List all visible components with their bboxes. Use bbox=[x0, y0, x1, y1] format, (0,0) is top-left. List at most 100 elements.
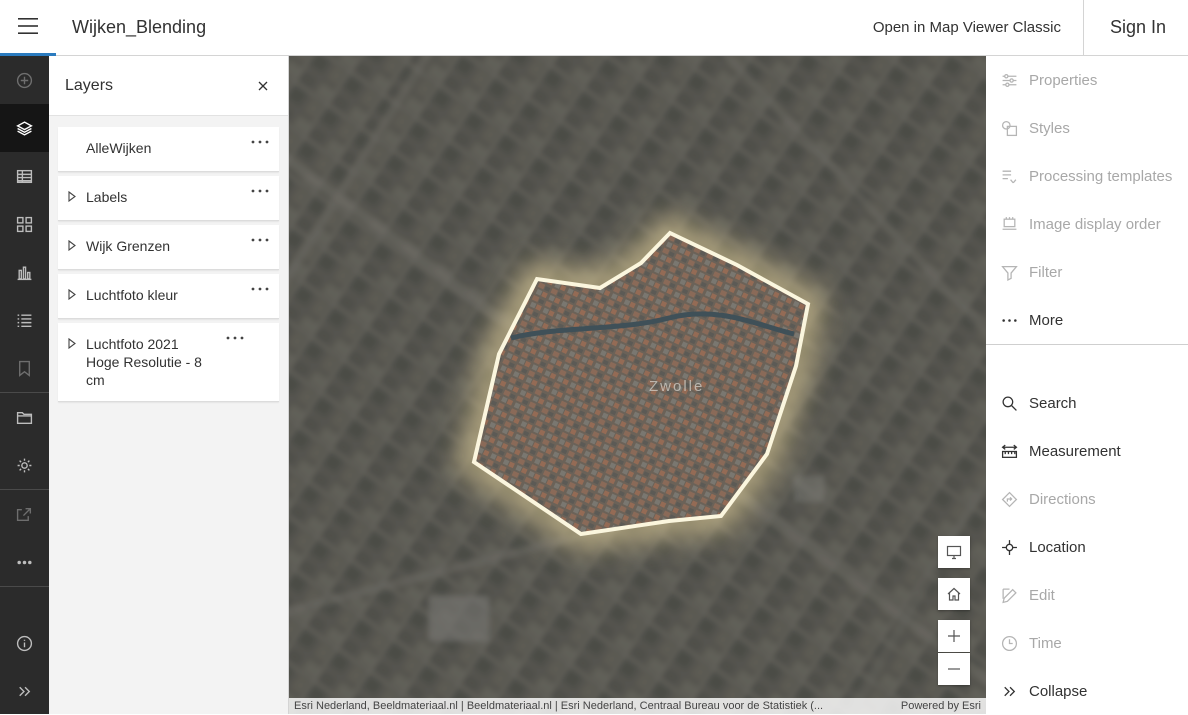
more-label: More bbox=[1029, 311, 1064, 329]
chevrons-right-icon bbox=[1004, 686, 1016, 696]
display-order-icon bbox=[1002, 216, 1017, 230]
open-button[interactable] bbox=[0, 393, 49, 441]
map-attribution: Esri Nederland, Beeldmateriaal.nl | Beel… bbox=[289, 698, 986, 714]
expand-button[interactable] bbox=[0, 667, 49, 715]
open-in-classic-link[interactable]: Open in Map Viewer Classic bbox=[873, 19, 1061, 36]
zoom-out-icon bbox=[948, 668, 960, 670]
about-button[interactable] bbox=[0, 619, 49, 667]
collapse-button[interactable]: Collapse bbox=[986, 667, 1188, 715]
time-button[interactable]: Time bbox=[986, 619, 1188, 667]
basemap-button[interactable] bbox=[0, 200, 49, 248]
collapse-label: Collapse bbox=[1029, 682, 1088, 700]
more-button[interactable] bbox=[0, 538, 49, 586]
home-icon bbox=[947, 587, 961, 601]
caret-right-icon bbox=[68, 338, 76, 349]
app-header: Wijken_Blending Open in Map Viewer Class… bbox=[0, 0, 1188, 56]
map-place-label: Zwolle bbox=[649, 378, 704, 395]
layer-name: Luchtfoto 2021 Hoge Resolutie - 8 cm bbox=[86, 336, 202, 388]
styles-icon bbox=[1001, 120, 1018, 136]
sign-in-button[interactable]: Sign In bbox=[1082, 0, 1188, 56]
ellipsis-icon bbox=[251, 140, 269, 144]
edit-button[interactable]: Edit bbox=[986, 571, 1188, 619]
processing-icon bbox=[1002, 170, 1017, 183]
close-panel-button[interactable] bbox=[238, 56, 288, 116]
zoom-in-button[interactable] bbox=[938, 620, 970, 652]
hamburger-icon bbox=[18, 18, 38, 34]
action-bar bbox=[0, 56, 49, 714]
edit-label: Edit bbox=[1029, 586, 1055, 604]
layer-options-button[interactable] bbox=[241, 188, 279, 193]
layer-options-button[interactable] bbox=[241, 286, 279, 291]
folder-icon bbox=[16, 411, 33, 424]
image-display-order-button[interactable]: Image display order bbox=[986, 200, 1188, 248]
styles-button[interactable]: Styles bbox=[986, 104, 1188, 152]
layer-item[interactable]: Wijk Grenzen bbox=[58, 225, 279, 270]
bookmarks-button[interactable] bbox=[0, 344, 49, 392]
settings-button[interactable] bbox=[0, 441, 49, 489]
app-title: Wijken_Blending bbox=[72, 17, 207, 37]
measurement-label: Measurement bbox=[1029, 442, 1121, 460]
expand-layer-toggle[interactable] bbox=[58, 286, 86, 300]
clock-icon bbox=[1001, 635, 1018, 651]
monitor-icon bbox=[946, 545, 962, 560]
sliders-icon bbox=[1002, 73, 1017, 87]
layers-icon bbox=[16, 120, 33, 136]
ellipsis-icon bbox=[251, 238, 269, 242]
ellipsis-icon bbox=[251, 287, 269, 291]
layer-options-button[interactable] bbox=[216, 335, 254, 340]
menu-button[interactable] bbox=[0, 0, 56, 56]
expand-layer-toggle[interactable] bbox=[58, 335, 86, 349]
legend-button[interactable] bbox=[0, 296, 49, 344]
directions-icon bbox=[1001, 491, 1018, 507]
share-button[interactable] bbox=[0, 490, 49, 538]
layer-name: AlleWijken bbox=[86, 140, 152, 156]
edit-icon bbox=[1002, 587, 1017, 603]
more-options-button[interactable]: More bbox=[986, 296, 1188, 344]
ellipsis-icon bbox=[251, 189, 269, 193]
properties-button[interactable]: Properties bbox=[986, 56, 1188, 104]
charts-button[interactable] bbox=[0, 248, 49, 296]
chart-icon bbox=[17, 265, 32, 280]
layer-item[interactable]: Luchtfoto 2021 Hoge Resolutie - 8 cm bbox=[58, 323, 279, 402]
caret-right-icon bbox=[68, 240, 76, 251]
legend-list-icon bbox=[17, 313, 32, 327]
styles-label: Styles bbox=[1029, 119, 1070, 137]
expand-layer-toggle[interactable] bbox=[58, 188, 86, 202]
layer-item[interactable]: AlleWijken bbox=[58, 127, 279, 172]
layers-panel: Layers AlleWijken Labels Wijk Grenzen Lu… bbox=[49, 56, 289, 714]
map-view[interactable]: Zwolle Esri Nederland, Beeldmateriaal.nl… bbox=[289, 56, 986, 714]
search-button[interactable]: Search bbox=[986, 379, 1188, 427]
plus-circle-icon bbox=[16, 72, 33, 88]
tables-button[interactable] bbox=[0, 152, 49, 200]
expand-layer-toggle[interactable] bbox=[58, 237, 86, 251]
crosshair-icon bbox=[1002, 539, 1017, 555]
directions-button[interactable]: Directions bbox=[986, 475, 1188, 523]
home-button[interactable] bbox=[938, 578, 970, 610]
zoom-in-icon bbox=[948, 630, 960, 642]
attribution-text[interactable]: Esri Nederland, Beeldmateriaal.nl | Beel… bbox=[294, 700, 891, 712]
layer-options-button[interactable] bbox=[241, 139, 279, 144]
powered-by-link[interactable]: Powered by Esri bbox=[901, 700, 981, 712]
location-button[interactable]: Location bbox=[986, 523, 1188, 571]
layer-item[interactable]: Luchtfoto kleur bbox=[58, 274, 279, 319]
location-label: Location bbox=[1029, 538, 1086, 556]
caret-right-icon bbox=[68, 289, 76, 300]
layer-options-button[interactable] bbox=[241, 237, 279, 242]
measurement-button[interactable]: Measurement bbox=[986, 427, 1188, 475]
add-button[interactable] bbox=[0, 56, 49, 104]
layer-item[interactable]: Labels bbox=[58, 176, 279, 221]
basemap-gallery-icon bbox=[16, 216, 33, 232]
ellipsis-icon bbox=[226, 336, 244, 340]
fullscreen-button[interactable] bbox=[938, 536, 970, 568]
zoom-out-button[interactable] bbox=[938, 653, 970, 685]
close-icon bbox=[258, 81, 268, 90]
image-display-order-label: Image display order bbox=[1029, 215, 1161, 233]
layers-button[interactable] bbox=[0, 104, 49, 152]
ellipsis-icon bbox=[17, 560, 32, 564]
processing-templates-button[interactable]: Processing templates bbox=[986, 152, 1188, 200]
properties-label: Properties bbox=[1029, 71, 1098, 89]
processing-templates-label: Processing templates bbox=[1029, 167, 1173, 185]
filter-button[interactable]: Filter bbox=[986, 248, 1188, 296]
settings-panel: Properties Styles Processing templates I… bbox=[986, 56, 1188, 714]
ellipsis-icon bbox=[1002, 318, 1017, 322]
